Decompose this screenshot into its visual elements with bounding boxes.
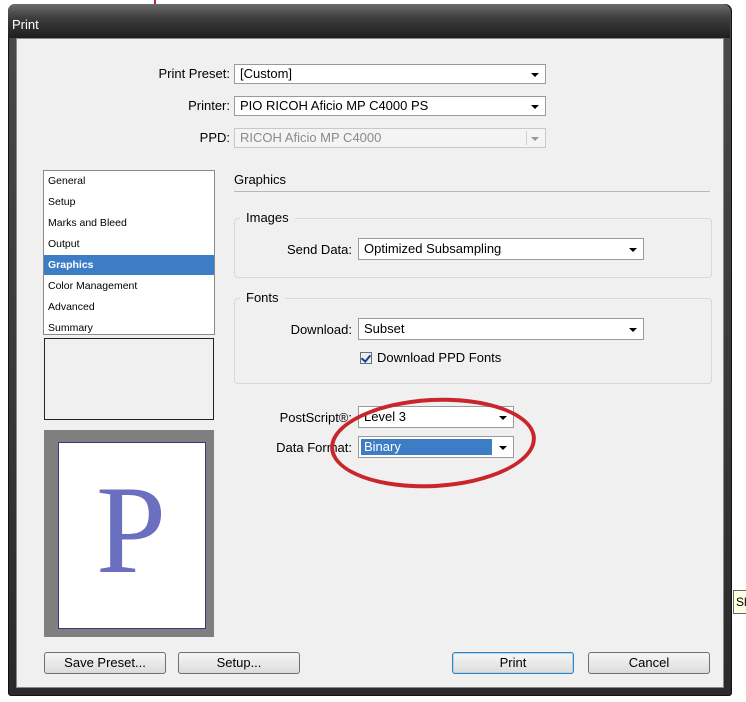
printer-value: PIO RICOH Aficio MP C4000 PS xyxy=(240,98,429,113)
category-item-output[interactable]: Output xyxy=(44,234,214,254)
title-bar[interactable] xyxy=(8,4,730,38)
category-item-marks-and-bleed[interactable]: Marks and Bleed xyxy=(44,213,214,233)
category-list[interactable]: General Setup Marks and Bleed Output Gra… xyxy=(43,170,215,335)
chevron-down-icon xyxy=(629,328,637,332)
section-heading: Graphics xyxy=(234,172,287,187)
chevron-down-icon xyxy=(531,105,539,109)
window-title: Print xyxy=(12,17,39,32)
fonts-group-label: Fonts xyxy=(240,290,285,306)
save-preset-button[interactable]: Save Preset... xyxy=(44,652,166,674)
checkmark-icon xyxy=(360,352,372,363)
setup-button[interactable]: Setup... xyxy=(178,652,300,674)
printer-label: Printer: xyxy=(188,98,230,113)
print-preset-label: Print Preset: xyxy=(158,66,230,81)
dropdown-separator xyxy=(526,131,527,145)
ppd-dropdown: RICOH Aficio MP C4000 xyxy=(234,128,546,148)
download-dropdown[interactable]: Subset xyxy=(358,318,644,340)
download-ppd-fonts-checkbox[interactable] xyxy=(360,352,372,364)
chevron-down-icon xyxy=(629,248,637,252)
ppd-label: PPD: xyxy=(199,130,230,145)
images-group-label: Images xyxy=(240,210,295,226)
download-ppd-fonts-label[interactable]: Download PPD Fonts xyxy=(377,350,501,366)
category-item-summary[interactable]: Summary xyxy=(44,318,214,338)
fonts-group xyxy=(234,298,712,384)
print-button[interactable]: Print xyxy=(452,652,574,674)
print-preset-value: [Custom] xyxy=(240,66,293,81)
printer-dropdown[interactable]: PIO RICOH Aficio MP C4000 PS xyxy=(234,96,546,116)
chevron-down-icon xyxy=(531,73,539,77)
category-info-box xyxy=(44,338,214,420)
heading-divider xyxy=(234,191,710,192)
send-data-dropdown[interactable]: Optimized Subsampling xyxy=(358,238,644,260)
category-item-setup[interactable]: Setup xyxy=(44,192,214,212)
category-item-graphics[interactable]: Graphics xyxy=(44,255,214,275)
chevron-down-icon xyxy=(531,137,539,141)
send-data-label: Send Data: xyxy=(286,242,352,257)
tooltip-fragment: Sh xyxy=(733,590,746,614)
preview-letter: P xyxy=(95,461,167,600)
category-item-advanced[interactable]: Advanced xyxy=(44,297,214,317)
category-item-color-management[interactable]: Color Management xyxy=(44,276,214,296)
download-label: Download: xyxy=(290,322,352,337)
cancel-button[interactable]: Cancel xyxy=(588,652,710,674)
send-data-value: Optimized Subsampling xyxy=(364,241,502,256)
category-item-general[interactable]: General xyxy=(44,171,214,191)
ppd-value: RICOH Aficio MP C4000 xyxy=(240,130,382,145)
print-preset-dropdown[interactable]: [Custom] xyxy=(234,64,546,84)
postscript-label: PostScript®: xyxy=(279,410,352,425)
download-value: Subset xyxy=(364,321,405,336)
